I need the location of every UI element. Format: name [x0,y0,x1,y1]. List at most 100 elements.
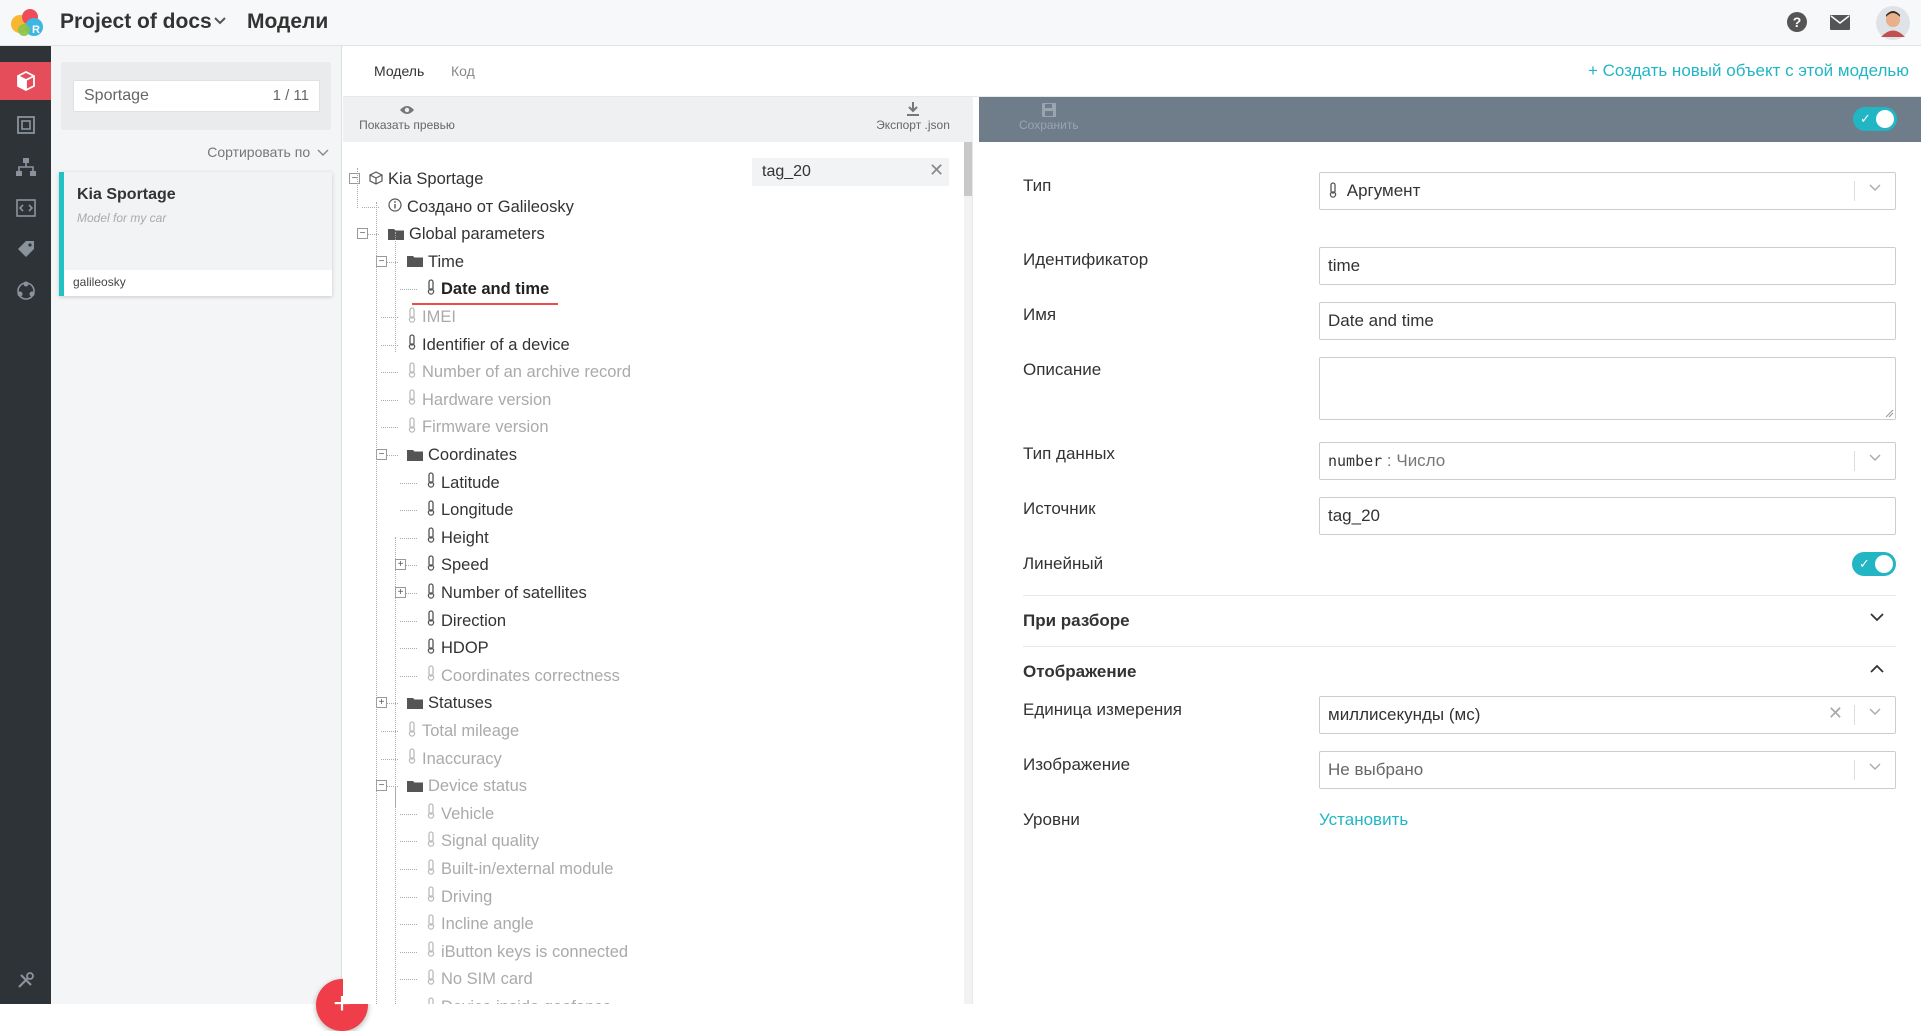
app-logo[interactable]: R [8,6,46,40]
unit-select[interactable]: миллисекунды (мс) ✕ [1319,696,1896,734]
expand-node-icon[interactable]: + [376,697,387,709]
collapse-node-icon[interactable]: − [349,173,360,184]
tree-connector [400,482,417,484]
sidebar-item-integrations[interactable] [0,272,51,310]
tree-node[interactable]: Built-in/external module [426,858,613,881]
tree-connector [400,841,417,843]
create-object-link[interactable]: + Создать новый объект с этой моделью [1588,61,1909,81]
identifier-input[interactable]: time [1319,247,1896,285]
folder-icon [407,693,423,715]
tree-node[interactable]: HDOP [426,637,489,660]
tree-node[interactable]: Direction [426,610,506,633]
sidebar-item-tags[interactable] [0,230,51,268]
resize-handle-icon[interactable] [1885,409,1894,418]
project-title[interactable]: Project of docs [60,10,212,34]
sort-by-dropdown[interactable]: Сортировать по [207,144,329,160]
top-bar: R Project of docs Модели ? [0,0,1921,46]
user-avatar[interactable] [1876,6,1910,40]
sidebar-item-objects[interactable] [0,106,51,144]
tree-node-label: Built-in/external module [441,860,614,878]
sidebar-item-models[interactable] [0,62,51,100]
tree-node[interactable]: Kia Sportage [369,168,483,191]
tree-scrollbar-thumb[interactable] [964,142,972,196]
tree-search-input[interactable]: tag_20 [752,158,949,186]
parse-section-header[interactable]: При разборе [1023,595,1896,646]
tree-node[interactable]: iButton keys is connected [426,941,628,964]
tree-node-label: Driving [441,887,493,906]
export-json-label: Экспорт .json [876,118,950,132]
sidebar-item-hierarchy[interactable] [0,148,51,186]
tree-node-label: Latitude [441,473,500,492]
tree-node[interactable]: Number of satellites [426,582,587,605]
type-select[interactable]: Аргумент [1319,172,1896,210]
tree-node[interactable]: Height [426,527,489,550]
sidebar-item-tools[interactable] [0,961,51,999]
thermometer-icon [1329,182,1337,198]
enable-toggle[interactable]: ✓ [1853,107,1897,131]
tree-node[interactable]: Создано от Galileosky [388,196,574,219]
tree-node[interactable]: Vehicle [426,803,494,826]
tree-node[interactable]: Speed [426,554,489,577]
export-json-button[interactable]: Экспорт .json [863,101,963,132]
tree-node-label: Date and time [441,280,550,299]
tree-node[interactable]: Total mileage [407,720,519,743]
tree-node-label: Firmware version [422,418,549,437]
clear-icon[interactable]: ✕ [1828,703,1843,724]
collapse-node-icon[interactable]: − [376,449,387,460]
tree-node[interactable]: Coordinates [407,444,517,467]
data-type-select[interactable]: number : Число [1319,442,1896,480]
show-preview-button[interactable]: Показать превью [352,101,462,132]
tree-toolbar: Показать превью Экспорт .json [343,97,973,142]
tree-node[interactable]: Statuses [407,692,492,715]
tree-node[interactable]: Coordinates correctness [426,665,620,688]
tree-node[interactable]: Driving [426,886,492,909]
tree-node[interactable]: Date and time [426,278,549,301]
tree-node[interactable]: Signal quality [426,830,539,853]
save-button[interactable]: Сохранить [1019,102,1079,132]
expand-node-icon[interactable]: + [395,587,406,598]
image-select[interactable]: Не выбрано [1319,751,1896,789]
tree-node[interactable]: Longitude [426,499,514,522]
tree-node[interactable]: Identifier of a device [407,334,570,357]
mail-icon[interactable] [1830,15,1850,30]
tree-node[interactable]: Device inside geofence [426,996,612,1004]
help-icon[interactable]: ? [1787,12,1807,32]
tree-node[interactable]: Hardware version [407,389,551,412]
collapse-node-icon[interactable]: − [357,228,368,240]
sidebar-item-code[interactable] [0,189,51,227]
tab-model[interactable]: Модель [374,63,424,79]
chevron-down-icon[interactable] [214,16,226,26]
tree-node[interactable]: Inaccuracy [407,748,502,771]
tree-node[interactable]: Incline angle [426,913,534,936]
set-levels-link[interactable]: Установить [1319,810,1408,830]
tree-connector [400,924,417,926]
name-input[interactable]: Date and time [1319,302,1896,340]
tree-node[interactable]: Latitude [426,472,500,495]
model-card[interactable]: Kia Sportage Model for my car galileosky [59,172,332,296]
tree-node[interactable]: No SIM card [426,968,533,991]
display-section-header[interactable]: Отображение [1023,646,1896,697]
square-icon [16,116,35,134]
collapse-node-icon[interactable]: − [376,780,387,792]
tab-code[interactable]: Код [451,63,475,79]
tree-node[interactable]: Device status [407,775,527,798]
description-textarea[interactable] [1319,357,1896,420]
expand-node-icon[interactable]: + [395,559,406,571]
linear-toggle[interactable]: ✓ [1852,552,1896,576]
tree-node[interactable]: Time [407,251,464,274]
tree-scrollbar[interactable] [964,142,972,1004]
tree-node[interactable]: Global parameters [388,223,545,246]
tree-node-label: Number of an archive record [422,363,632,382]
collapse-node-icon[interactable]: − [376,255,387,267]
tree-node-label: Speed [441,556,489,575]
tree-guide-line [357,168,358,208]
tree-node-label: Statuses [428,694,493,713]
tree-node[interactable]: IMEI [407,306,456,329]
tree-node[interactable]: Firmware version [407,416,549,439]
close-icon[interactable]: ✕ [929,160,944,181]
source-input[interactable]: tag_20 [1319,497,1896,535]
tree-connector [400,813,417,815]
tree-node[interactable]: Number of an archive record [407,361,631,384]
tree-connector [400,537,417,539]
type-label: Тип [1023,176,1052,195]
